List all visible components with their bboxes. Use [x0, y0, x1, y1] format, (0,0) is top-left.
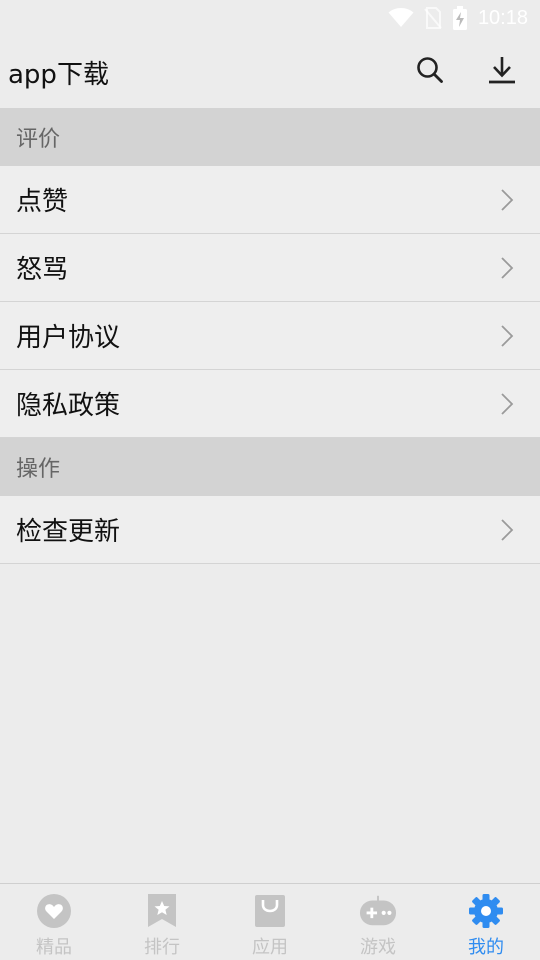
gear-icon: [467, 892, 505, 930]
tab-label: 应用: [252, 937, 288, 958]
chevron-right-icon: [500, 518, 514, 542]
tab-featured[interactable]: 精品: [0, 884, 108, 960]
status-bar: 10:18: [0, 0, 540, 36]
app-bar: app下载: [0, 36, 540, 108]
heart-icon: [35, 892, 73, 930]
chevron-right-icon: [500, 256, 514, 280]
tab-label: 游戏: [360, 937, 396, 958]
status-time: 10:18: [477, 6, 528, 29]
tab-ranking[interactable]: 排行: [108, 884, 216, 960]
list-item-label: 点赞: [16, 187, 69, 217]
list-item-like[interactable]: 点赞: [0, 166, 540, 234]
list-item-label: 怒骂: [16, 255, 69, 285]
battery-charging-icon: [452, 6, 468, 30]
tab-apps[interactable]: 应用: [216, 884, 324, 960]
download-icon: [487, 55, 517, 89]
tab-label: 排行: [144, 937, 180, 958]
tab-mine[interactable]: 我的: [432, 884, 540, 960]
list-item-label: 隐私政策: [16, 391, 121, 421]
chevron-right-icon: [500, 324, 514, 348]
chevron-right-icon: [500, 392, 514, 416]
page-title: app下载: [8, 59, 109, 90]
section-header-operations: 操作: [0, 438, 540, 496]
screen: 10:18 app下载 评价 点赞 怒骂 用户协议 隐私政策 操作 检查更新 精…: [0, 0, 540, 960]
tab-label: 精品: [36, 937, 72, 958]
tab-label: 我的: [468, 937, 504, 958]
bookmark-star-icon: [143, 892, 181, 930]
tab-games[interactable]: 游戏: [324, 884, 432, 960]
gamepad-icon: [359, 892, 397, 930]
bottom-nav: 精品 排行 应用 游戏 我的: [0, 883, 540, 960]
list-item-label: 检查更新: [16, 517, 121, 547]
download-button[interactable]: [474, 44, 530, 100]
list-item-scold[interactable]: 怒骂: [0, 234, 540, 302]
search-button[interactable]: [402, 44, 458, 100]
settings-list: 评价 点赞 怒骂 用户协议 隐私政策 操作 检查更新: [0, 108, 540, 564]
no-sim-icon: [424, 7, 442, 29]
list-item-privacy-policy[interactable]: 隐私政策: [0, 370, 540, 438]
list-item-check-update[interactable]: 检查更新: [0, 496, 540, 564]
wifi-icon: [388, 8, 414, 28]
list-item-user-agreement[interactable]: 用户协议: [0, 302, 540, 370]
search-icon: [416, 56, 444, 88]
section-header-review: 评价: [0, 108, 540, 166]
shopping-bag-icon: [251, 892, 289, 930]
chevron-right-icon: [500, 188, 514, 212]
list-item-label: 用户协议: [16, 323, 121, 353]
